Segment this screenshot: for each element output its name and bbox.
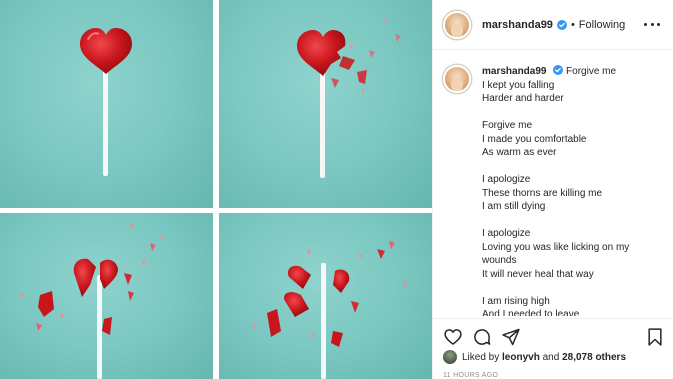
caption-line: I kept you falling [482,79,555,91]
following-button[interactable]: Following [579,19,625,31]
likes-and: and [542,351,560,363]
caption-username[interactable]: marshanda99 [482,66,546,77]
post-sidebar: marshanda99 • Following marshanda99 Forg… [432,0,673,379]
author-username[interactable]: marshanda99 [482,19,553,31]
likes-prefix: Liked by [462,351,500,363]
image-cracked-lollipop [219,0,432,208]
caption-line: I am still dying [482,201,546,212]
more-options-icon[interactable] [644,16,660,32]
caption-line [482,281,662,295]
caption-line [482,214,662,228]
likes-count[interactable]: 28,078 others [562,352,626,363]
caption-line [482,160,662,174]
intact-lollipop-illustration [80,28,132,176]
bookmark-icon[interactable] [645,327,665,347]
post-timestamp: 11 HOURS AGO [443,372,499,379]
caption-line: I apologize [482,228,531,239]
caption-title: Forgive me [566,66,617,77]
caption-line: These thorns are killing me [482,187,603,199]
likes-user[interactable]: leonyvh [502,352,540,363]
caption-line: wounds [482,255,517,266]
image-intact-lollipop [0,0,213,208]
caption-section: marshanda99 Forgive me I kept you fallin… [433,51,673,316]
share-icon[interactable] [501,327,521,347]
caption-line: It will never heal that way [482,268,594,280]
author-avatar[interactable] [443,10,471,39]
shattered-lollipop-illustration [20,223,164,379]
caption-line: I made you comfortable [482,133,587,145]
comment-icon[interactable] [472,327,492,347]
image-scattered-lollipop [219,213,432,379]
caption-line [482,106,662,120]
liker-avatar[interactable] [443,350,457,364]
caption-line: I am rising high [482,295,550,307]
post-header: marshanda99 • Following [433,0,673,50]
heart-icon[interactable] [443,327,463,347]
header-separator: • [570,18,575,31]
verified-badge-icon [556,19,567,30]
image-shattered-lollipop [0,213,213,379]
caption-line: As warm as ever [482,147,557,158]
caption-line: Forgive me [482,120,533,131]
caption-line: Harder and harder [482,93,564,104]
caption-line: Loving you was like licking on my [482,241,630,253]
caption-author-avatar[interactable] [443,65,471,93]
caption-line: And I needed to leave [482,309,580,316]
post-caption: marshanda99 Forgive me I kept you fallin… [482,65,662,316]
cracked-lollipop-illustration [297,18,401,178]
verified-badge-icon [553,65,564,75]
post-media-grid[interactable] [0,0,432,379]
caption-line: I apologize [482,174,531,185]
likes-summary: Liked by leonyvh and 28,078 others [443,350,626,364]
scattered-lollipop-illustration [253,241,407,379]
